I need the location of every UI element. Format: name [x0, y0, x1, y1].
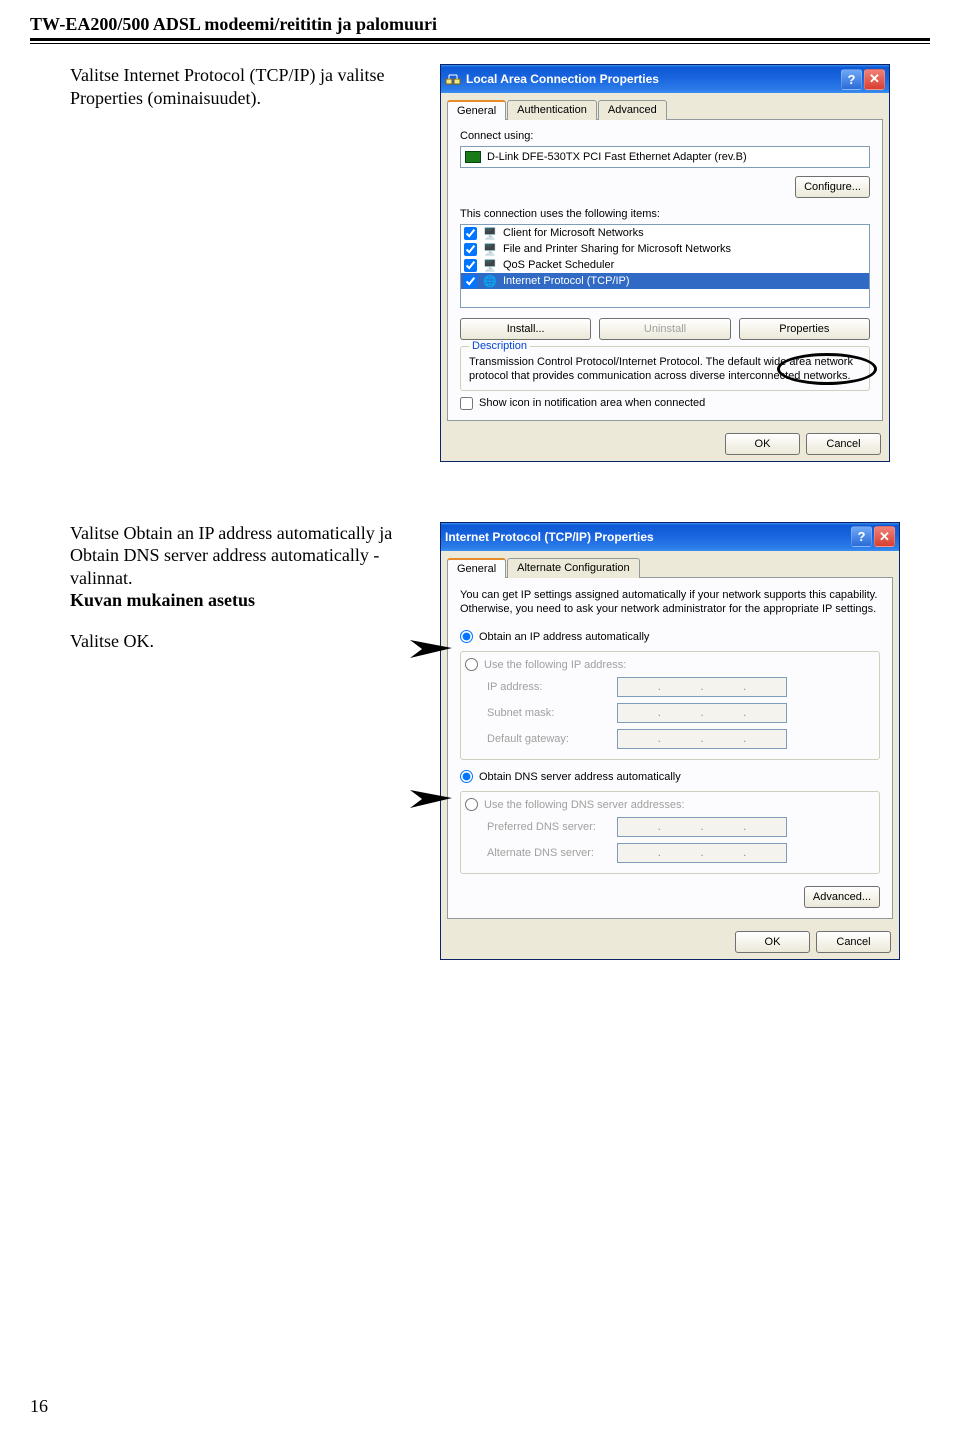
connection-icon	[445, 71, 461, 87]
instruction-text-1: Valitse Internet Protocol (TCP/IP) ja va…	[70, 64, 430, 462]
advanced-button[interactable]: Advanced...	[804, 886, 880, 908]
instr2a: Valitse Obtain an IP address automatical…	[70, 523, 392, 588]
list-item-selected[interactable]: 🌐 Internet Protocol (TCP/IP)	[461, 273, 869, 289]
help-button[interactable]: ?	[841, 69, 862, 90]
show-icon-checkbox[interactable]	[460, 397, 473, 410]
close-button[interactable]: ✕	[864, 69, 885, 90]
pref-dns-label: Preferred DNS server:	[487, 821, 617, 833]
titlebar[interactable]: Local Area Connection Properties ? ✕	[441, 65, 889, 93]
dialog-buttons: OK Cancel	[441, 925, 899, 959]
items-label: This connection uses the following items…	[460, 208, 870, 220]
client-icon: 🖥️	[482, 226, 498, 240]
item-checkbox[interactable]	[464, 227, 477, 240]
radio-obtain-dns[interactable]	[460, 770, 473, 783]
configure-button[interactable]: Configure...	[795, 176, 870, 198]
qos-icon: 🖥️	[482, 258, 498, 272]
tabs: General Alternate Configuration	[441, 551, 899, 577]
radio-static-dns-label: Use the following DNS server addresses:	[484, 799, 685, 811]
page-number: 16	[30, 1396, 48, 1417]
tab-panel: You can get IP settings assigned automat…	[447, 577, 893, 920]
tcpip-icon: 🌐	[482, 274, 498, 288]
help-button[interactable]: ?	[851, 526, 872, 547]
show-icon-label: Show icon in notification area when conn…	[479, 397, 705, 409]
close-button[interactable]: ✕	[874, 526, 895, 547]
connect-using-label: Connect using:	[460, 130, 870, 142]
ok-button[interactable]: OK	[725, 433, 800, 455]
share-icon: 🖥️	[482, 242, 498, 256]
hr-thick	[30, 38, 930, 41]
gateway-label: Default gateway:	[487, 733, 617, 745]
ip-address-label: IP address:	[487, 681, 617, 693]
alt-dns-label: Alternate DNS server:	[487, 847, 617, 859]
lan-properties-dialog: Local Area Connection Properties ? ✕ Gen…	[440, 64, 890, 462]
subnet-label: Subnet mask:	[487, 707, 617, 719]
nic-icon	[465, 151, 481, 163]
alt-dns-input[interactable]: ...	[617, 843, 787, 863]
item-label: QoS Packet Scheduler	[503, 259, 614, 271]
static-dns-group: Use the following DNS server addresses: …	[460, 791, 880, 874]
titlebar[interactable]: Internet Protocol (TCP/IP) Properties ? …	[441, 523, 899, 551]
tab-alternate[interactable]: Alternate Configuration	[507, 558, 640, 578]
radio-obtain-ip[interactable]	[460, 630, 473, 643]
uninstall-button[interactable]: Uninstall	[599, 318, 730, 340]
arrow-annotation-2	[410, 790, 460, 810]
list-item[interactable]: 🖥️ File and Printer Sharing for Microsof…	[461, 241, 869, 257]
tcpip-properties-dialog: Internet Protocol (TCP/IP) Properties ? …	[440, 522, 900, 961]
intro-text: You can get IP settings assigned automat…	[460, 588, 880, 617]
radio-static-dns[interactable]	[465, 798, 478, 811]
radio-static-ip[interactable]	[465, 658, 478, 671]
install-button[interactable]: Install...	[460, 318, 591, 340]
tab-advanced[interactable]: Advanced	[598, 100, 667, 120]
tabs: General Authentication Advanced	[441, 93, 889, 119]
static-ip-group: Use the following IP address: IP address…	[460, 651, 880, 760]
instr2b: Kuvan mukainen asetus	[70, 590, 255, 610]
dialog-buttons: OK Cancel	[441, 427, 889, 461]
radio-static-ip-label: Use the following IP address:	[484, 659, 626, 671]
item-checkbox[interactable]	[464, 275, 477, 288]
list-item[interactable]: 🖥️ QoS Packet Scheduler	[461, 257, 869, 273]
arrow-annotation-1	[410, 640, 460, 660]
pref-dns-input[interactable]: ...	[617, 817, 787, 837]
instruction-text-2: Valitse Obtain an IP address automatical…	[70, 522, 430, 961]
item-checkbox[interactable]	[464, 243, 477, 256]
items-listbox[interactable]: 🖥️ Client for Microsoft Networks 🖥️ File…	[460, 224, 870, 308]
properties-button[interactable]: Properties	[739, 318, 870, 340]
ip-address-input[interactable]: ...	[617, 677, 787, 697]
cancel-button[interactable]: Cancel	[806, 433, 881, 455]
item-label: Internet Protocol (TCP/IP)	[503, 275, 630, 287]
tab-general[interactable]: General	[447, 100, 506, 120]
ok-button[interactable]: OK	[735, 931, 810, 953]
tab-authentication[interactable]: Authentication	[507, 100, 597, 120]
item-checkbox[interactable]	[464, 259, 477, 272]
item-label: File and Printer Sharing for Microsoft N…	[503, 243, 731, 255]
doc-header: TW-EA200/500 ADSL modeemi/reititin ja pa…	[0, 0, 960, 38]
subnet-input[interactable]: ...	[617, 703, 787, 723]
radio-obtain-dns-label: Obtain DNS server address automatically	[479, 771, 681, 783]
adapter-field: D-Link DFE-530TX PCI Fast Ethernet Adapt…	[460, 146, 870, 168]
cancel-button[interactable]: Cancel	[816, 931, 891, 953]
instr2c: Valitse OK.	[70, 631, 154, 651]
title-text: Local Area Connection Properties	[466, 72, 659, 86]
item-label: Client for Microsoft Networks	[503, 227, 644, 239]
tab-general[interactable]: General	[447, 558, 506, 578]
description-legend: Description	[469, 340, 530, 352]
title-text: Internet Protocol (TCP/IP) Properties	[445, 530, 654, 544]
list-item[interactable]: 🖥️ Client for Microsoft Networks	[461, 225, 869, 241]
adapter-name: D-Link DFE-530TX PCI Fast Ethernet Adapt…	[487, 151, 747, 163]
annotation-circle	[777, 353, 877, 385]
gateway-input[interactable]: ...	[617, 729, 787, 749]
radio-obtain-ip-label: Obtain an IP address automatically	[479, 631, 649, 643]
